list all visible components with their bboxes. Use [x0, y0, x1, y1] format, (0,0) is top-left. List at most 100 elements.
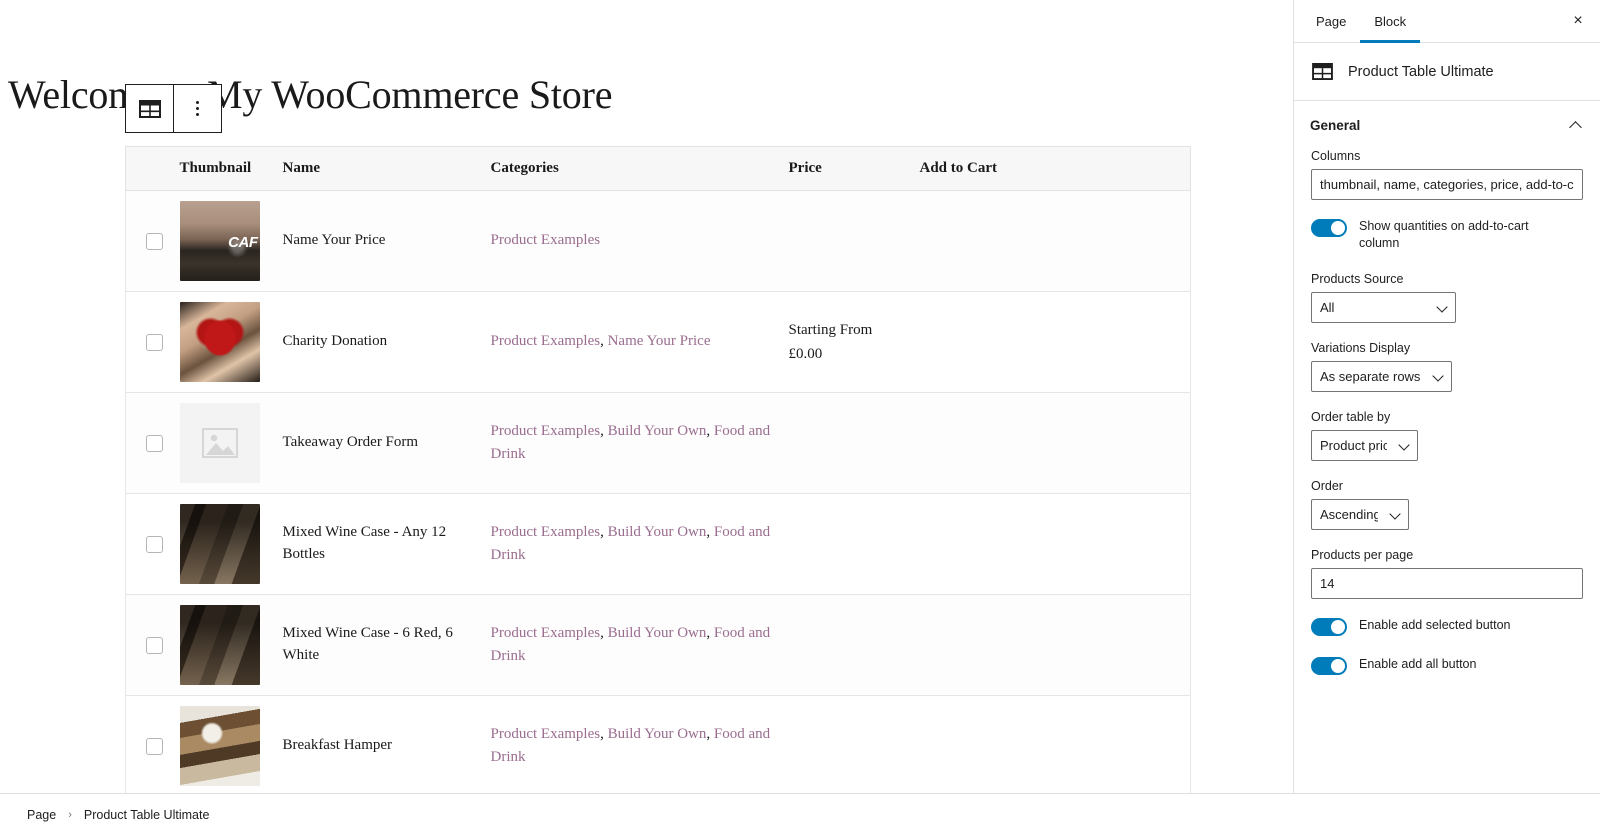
- product-thumbnail[interactable]: [179, 706, 260, 786]
- row-select-cell: [125, 594, 180, 696]
- chevron-right-icon: ›: [68, 808, 72, 821]
- enable-add-selected-label: Enable add selected button: [1359, 617, 1511, 632]
- order-label: Order: [1311, 478, 1343, 493]
- block-title: Product Table Ultimate: [1348, 63, 1494, 80]
- more-vertical-dots: [196, 101, 199, 116]
- table-icon-svg: [1311, 63, 1333, 80]
- row-price-cell: Starting From £0.00: [788, 291, 920, 393]
- enable-add-all-toggle[interactable]: [1311, 656, 1347, 675]
- editor-canvas: Welcome to My WooCommerce Store Thumbnai…: [0, 0, 1293, 793]
- category-link[interactable]: Product Examples: [491, 524, 601, 540]
- row-select-cell: [125, 392, 180, 494]
- field-order: Order Ascending: [1311, 479, 1583, 530]
- columns-label: Columns: [1311, 149, 1361, 163]
- column-header-select[interactable]: [125, 146, 180, 191]
- category-link[interactable]: Product Examples: [491, 423, 601, 439]
- field-variations-display: Variations Display As separate rows: [1311, 341, 1583, 392]
- row-checkbox[interactable]: [146, 636, 163, 654]
- product-thumbnail[interactable]: [179, 201, 260, 281]
- row-categories-cell: Product Examples, Build Your Own, Food a…: [490, 695, 789, 793]
- row-categories-cell: Product Examples: [490, 190, 789, 292]
- row-thumbnail-cell: [179, 291, 283, 393]
- table-row[interactable]: Charity Donation Product Examples, Name Y…: [125, 291, 1191, 393]
- row-add-to-cart-cell[interactable]: [919, 594, 1191, 696]
- row-thumbnail-cell: [179, 493, 283, 595]
- column-header-categories[interactable]: Categories: [490, 146, 789, 191]
- category-link[interactable]: Product Examples: [491, 726, 601, 742]
- row-name-cell: Charity Donation: [282, 291, 491, 393]
- table-row[interactable]: Mixed Wine Case - Any 12 Bottles Product …: [125, 493, 1191, 595]
- tab-block[interactable]: Block: [1360, 0, 1420, 43]
- column-header-price[interactable]: Price: [788, 146, 920, 191]
- category-link[interactable]: Build Your Own: [608, 423, 707, 439]
- tab-page[interactable]: Page: [1302, 0, 1360, 42]
- panel-header-general[interactable]: General: [1294, 101, 1600, 149]
- row-checkbox[interactable]: [146, 232, 163, 250]
- row-categories-cell: Product Examples, Build Your Own, Food a…: [490, 493, 789, 595]
- table-row[interactable]: Name Your PriceProduct Examples: [125, 190, 1191, 292]
- category-link[interactable]: Product Examples: [491, 625, 601, 641]
- products-source-label: Products Source: [1311, 271, 1404, 286]
- show-quantities-label: Show quantities on add-to-cart column: [1359, 219, 1529, 250]
- table-row[interactable]: Breakfast Hamper Product Examples, Build …: [125, 695, 1191, 793]
- breadcrumb-item-page[interactable]: Page: [27, 808, 56, 822]
- table-icon[interactable]: [126, 85, 173, 132]
- order-select-wrap: Ascending: [1311, 498, 1409, 530]
- variations-display-select[interactable]: As separate rows: [1311, 360, 1452, 392]
- toggle-show-quantities-row: Show quantities on add-to-cart column: [1311, 218, 1583, 252]
- more-vertical-icon[interactable]: [174, 85, 221, 132]
- panel-body-general: Columns Show quantities on add-to-cart c…: [1294, 149, 1600, 715]
- row-thumbnail-cell: [179, 190, 283, 292]
- table-icon: [1310, 60, 1334, 84]
- category-link[interactable]: Name Your Price: [608, 333, 711, 349]
- price-from-label: Starting From: [788, 322, 873, 338]
- column-header-thumbnail[interactable]: Thumbnail: [179, 146, 283, 191]
- column-header-add-to-cart[interactable]: Add to Cart: [919, 146, 1191, 191]
- column-header-name[interactable]: Name: [282, 146, 491, 191]
- row-select-cell: [125, 493, 180, 595]
- row-select-cell: [125, 190, 180, 292]
- order-select[interactable]: Ascending: [1311, 498, 1409, 530]
- row-select-cell: [125, 695, 180, 793]
- row-add-to-cart-cell[interactable]: [919, 291, 1191, 393]
- breadcrumb: Page › Product Table Ultimate: [0, 793, 1600, 835]
- row-name-cell: Breakfast Hamper: [282, 695, 491, 793]
- table-row[interactable]: Takeaway Order Form Product Examples, Bui…: [125, 392, 1191, 494]
- sidebar-block-header: Product Table Ultimate: [1294, 43, 1600, 101]
- row-price-cell: [788, 190, 920, 292]
- enable-add-selected-toggle[interactable]: [1311, 617, 1347, 636]
- row-checkbox[interactable]: [146, 434, 163, 452]
- close-icon[interactable]: ×: [1556, 0, 1600, 42]
- row-name-cell: Mixed Wine Case - Any 12 Bottles: [282, 493, 491, 595]
- row-checkbox[interactable]: [146, 737, 163, 755]
- field-order-table-by: Order table by Product price: [1311, 410, 1583, 461]
- columns-input[interactable]: [1311, 169, 1583, 200]
- row-add-to-cart-cell[interactable]: [919, 493, 1191, 595]
- products-per-page-input[interactable]: [1311, 567, 1583, 599]
- products-source-select[interactable]: All: [1311, 291, 1456, 323]
- row-add-to-cart-cell[interactable]: [919, 695, 1191, 793]
- row-checkbox[interactable]: [146, 333, 163, 351]
- category-link[interactable]: Build Your Own: [608, 524, 707, 540]
- product-thumbnail[interactable]: [179, 504, 260, 584]
- category-link[interactable]: Product Examples: [491, 333, 601, 349]
- field-columns: Columns: [1311, 149, 1583, 200]
- show-quantities-toggle[interactable]: [1311, 219, 1347, 237]
- products-source-select-wrap: All: [1311, 291, 1456, 323]
- product-table-block[interactable]: Thumbnail Name Categories Price Add to C…: [125, 146, 1191, 793]
- category-link[interactable]: Product Examples: [491, 232, 601, 248]
- page-title[interactable]: Welcome to My WooCommerce Store: [8, 71, 612, 118]
- row-add-to-cart-cell[interactable]: [919, 190, 1191, 292]
- order-table-by-select[interactable]: Product price: [1311, 429, 1418, 461]
- order-table-by-select-wrap: Product price: [1311, 429, 1418, 461]
- row-categories-cell: Product Examples, Name Your Price: [490, 291, 789, 393]
- table-row[interactable]: Mixed Wine Case - 6 Red, 6 White Product …: [125, 594, 1191, 696]
- category-link[interactable]: Build Your Own: [608, 726, 707, 742]
- row-checkbox[interactable]: [146, 535, 163, 553]
- breadcrumb-item-block[interactable]: Product Table Ultimate: [84, 808, 210, 822]
- table-icon-svg: [138, 99, 161, 118]
- product-thumbnail[interactable]: [179, 302, 260, 382]
- category-link[interactable]: Build Your Own: [608, 625, 707, 641]
- product-thumbnail[interactable]: [179, 605, 260, 685]
- row-add-to-cart-cell[interactable]: [919, 392, 1191, 494]
